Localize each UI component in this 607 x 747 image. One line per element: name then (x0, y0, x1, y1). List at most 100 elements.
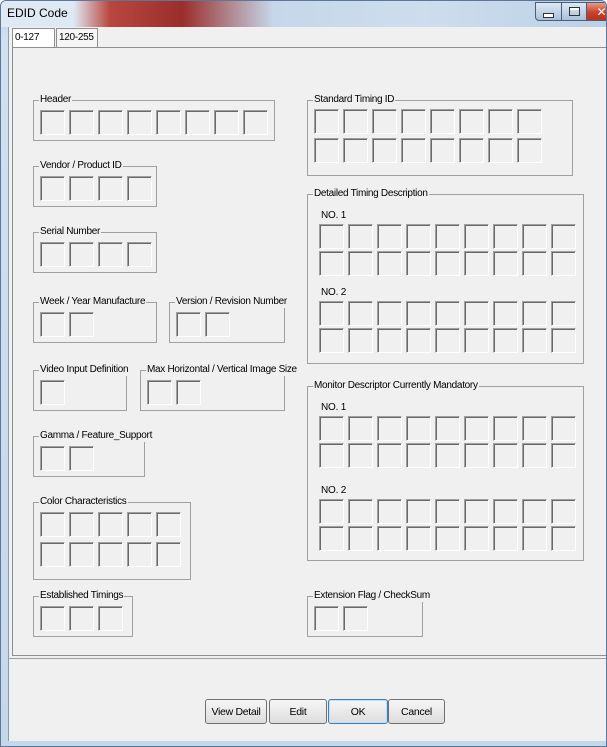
byte-field[interactable] (493, 328, 518, 353)
close-button[interactable]: ✕ (586, 2, 606, 21)
byte-field[interactable] (348, 416, 373, 441)
byte-field[interactable] (493, 251, 518, 276)
view-detail-button[interactable]: View Detail (205, 699, 267, 724)
byte-field[interactable] (147, 380, 172, 405)
byte-field[interactable] (459, 138, 484, 163)
byte-field[interactable] (348, 443, 373, 468)
cancel-button[interactable]: Cancel (388, 699, 445, 724)
byte-field[interactable] (522, 224, 547, 249)
byte-field[interactable] (348, 526, 373, 551)
byte-field[interactable] (343, 606, 368, 631)
byte-field[interactable] (464, 443, 489, 468)
byte-field[interactable] (319, 301, 344, 326)
byte-field[interactable] (319, 499, 344, 524)
byte-field[interactable] (69, 242, 94, 267)
byte-field[interactable] (319, 526, 344, 551)
byte-field[interactable] (406, 499, 431, 524)
byte-field[interactable] (127, 110, 152, 135)
maximize-button[interactable] (561, 2, 586, 21)
byte-field[interactable] (464, 416, 489, 441)
byte-field[interactable] (40, 242, 65, 267)
byte-field[interactable] (493, 416, 518, 441)
byte-field[interactable] (377, 328, 402, 353)
byte-field[interactable] (40, 542, 65, 567)
byte-field[interactable] (435, 328, 460, 353)
byte-field[interactable] (522, 443, 547, 468)
byte-field[interactable] (348, 328, 373, 353)
byte-field[interactable] (406, 251, 431, 276)
byte-field[interactable] (377, 416, 402, 441)
byte-field[interactable] (522, 416, 547, 441)
byte-field[interactable] (319, 251, 344, 276)
minimize-button[interactable] (535, 2, 561, 21)
byte-field[interactable] (98, 606, 123, 631)
byte-field[interactable] (372, 138, 397, 163)
byte-field[interactable] (372, 109, 397, 134)
byte-field[interactable] (176, 312, 201, 337)
byte-field[interactable] (464, 301, 489, 326)
byte-field[interactable] (551, 416, 576, 441)
byte-field[interactable] (551, 224, 576, 249)
byte-field[interactable] (406, 224, 431, 249)
byte-field[interactable] (377, 499, 402, 524)
byte-field[interactable] (69, 606, 94, 631)
byte-field[interactable] (517, 138, 542, 163)
byte-field[interactable] (127, 176, 152, 201)
byte-field[interactable] (319, 416, 344, 441)
tab-0-127[interactable]: 0-127 (12, 28, 55, 47)
byte-field[interactable] (377, 443, 402, 468)
byte-field[interactable] (430, 138, 455, 163)
byte-field[interactable] (40, 446, 65, 471)
byte-field[interactable] (343, 138, 368, 163)
byte-field[interactable] (430, 109, 455, 134)
byte-field[interactable] (435, 416, 460, 441)
byte-field[interactable] (319, 224, 344, 249)
byte-field[interactable] (98, 110, 123, 135)
byte-field[interactable] (176, 380, 201, 405)
byte-field[interactable] (522, 499, 547, 524)
byte-field[interactable] (69, 312, 94, 337)
byte-field[interactable] (551, 443, 576, 468)
byte-field[interactable] (435, 224, 460, 249)
byte-field[interactable] (319, 328, 344, 353)
byte-field[interactable] (551, 499, 576, 524)
byte-field[interactable] (459, 109, 484, 134)
byte-field[interactable] (435, 499, 460, 524)
byte-field[interactable] (69, 176, 94, 201)
byte-field[interactable] (69, 542, 94, 567)
ok-button[interactable]: OK (328, 699, 388, 724)
byte-field[interactable] (435, 526, 460, 551)
byte-field[interactable] (348, 251, 373, 276)
byte-field[interactable] (435, 301, 460, 326)
byte-field[interactable] (464, 328, 489, 353)
byte-field[interactable] (156, 512, 181, 537)
byte-field[interactable] (319, 443, 344, 468)
byte-field[interactable] (98, 512, 123, 537)
byte-field[interactable] (98, 176, 123, 201)
byte-field[interactable] (243, 110, 268, 135)
byte-field[interactable] (493, 499, 518, 524)
byte-field[interactable] (401, 109, 426, 134)
byte-field[interactable] (464, 224, 489, 249)
edit-button[interactable]: Edit (269, 699, 327, 724)
byte-field[interactable] (551, 526, 576, 551)
byte-field[interactable] (464, 251, 489, 276)
byte-field[interactable] (551, 301, 576, 326)
byte-field[interactable] (69, 110, 94, 135)
byte-field[interactable] (377, 224, 402, 249)
byte-field[interactable] (464, 526, 489, 551)
byte-field[interactable] (98, 542, 123, 567)
byte-field[interactable] (314, 138, 339, 163)
byte-field[interactable] (40, 380, 65, 405)
byte-field[interactable] (314, 109, 339, 134)
byte-field[interactable] (98, 242, 123, 267)
byte-field[interactable] (40, 176, 65, 201)
byte-field[interactable] (348, 301, 373, 326)
byte-field[interactable] (522, 251, 547, 276)
byte-field[interactable] (435, 251, 460, 276)
byte-field[interactable] (40, 110, 65, 135)
byte-field[interactable] (522, 526, 547, 551)
byte-field[interactable] (348, 224, 373, 249)
byte-field[interactable] (517, 109, 542, 134)
byte-field[interactable] (214, 110, 239, 135)
